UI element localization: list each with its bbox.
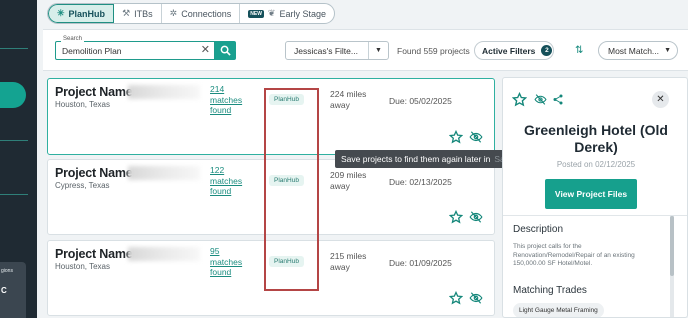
star-icon[interactable] <box>449 130 463 144</box>
panel-scrollbar[interactable] <box>670 216 674 317</box>
due-date: Due: 01/09/2025 <box>389 258 452 268</box>
tab-label: PlanHub <box>68 8 106 19</box>
hide-icon[interactable] <box>534 93 547 106</box>
saved-search-value: Jessicas's Filte... <box>294 45 358 56</box>
blurred-name <box>128 85 200 99</box>
close-button[interactable]: ✕ <box>652 91 669 108</box>
itb-icon: ⚒ <box>122 8 131 18</box>
matches-link[interactable]: 95 matches found <box>210 246 250 278</box>
view-project-files-button[interactable]: View Project Files <box>545 179 637 209</box>
tab-itbs[interactable]: ⚒ ITBs <box>114 4 162 23</box>
tab-label: Early Stage <box>279 8 326 19</box>
project-name: Project Name <box>55 166 133 180</box>
new-badge: NEW <box>248 9 264 18</box>
posted-date: Posted on 02/12/2025 <box>556 160 636 169</box>
project-name: Project Name <box>55 247 133 261</box>
hide-icon[interactable] <box>469 291 483 305</box>
distance: 209 miles away <box>330 170 367 191</box>
sidebar-divider <box>0 194 28 195</box>
chevron-down-icon[interactable]: ▼ <box>368 42 388 59</box>
description-heading: Description <box>513 224 564 235</box>
star-icon[interactable] <box>512 92 527 107</box>
active-filters-count: 2 <box>541 45 553 56</box>
sidebar-divider <box>0 140 28 141</box>
active-filters-button[interactable]: Active Filters 2 <box>474 41 554 60</box>
connections-icon: ✲ <box>169 8 178 18</box>
search-button[interactable] <box>215 41 236 60</box>
matches-link[interactable]: 214 matches found <box>210 84 250 116</box>
sidebar-active-item[interactable] <box>0 82 26 108</box>
star-icon[interactable] <box>449 291 463 305</box>
close-icon: ✕ <box>656 94 665 105</box>
hide-icon[interactable] <box>469 130 483 144</box>
saved-search-select[interactable]: Jessicas's Filte... ▼ <box>285 41 389 60</box>
scrollbar-thumb[interactable] <box>670 216 674 276</box>
project-location: Cypress, Texas <box>55 181 110 190</box>
sidebar-divider <box>0 48 28 49</box>
description-text: This project calls for the Renovation/Re… <box>513 243 635 267</box>
project-name: Project Name <box>55 85 133 99</box>
tab-label: Connections <box>181 8 232 19</box>
matching-trades-heading: Matching Trades <box>513 285 587 296</box>
blurred-name <box>128 247 200 261</box>
results-count: Found 559 projects <box>397 46 470 56</box>
divider <box>503 215 687 216</box>
filter-bar: Search ✕ Jessicas's Filte... ▼ Found 559… <box>43 29 688 71</box>
tab-early-stage[interactable]: NEW ❦ Early Stage <box>240 4 334 23</box>
sort-select[interactable]: Most Match... ▼ <box>598 41 678 60</box>
share-icon[interactable] <box>552 93 564 106</box>
due-date: Due: 02/13/2025 <box>389 177 452 187</box>
source-tabs: ✳ PlanHub ⚒ ITBs ✲ Connections NEW ❦ Ear… <box>47 3 335 24</box>
sort-icon[interactable]: ⇅ <box>575 45 583 56</box>
active-filters-label: Active Filters <box>482 45 536 56</box>
tab-planhub[interactable]: ✳ PlanHub <box>48 4 115 23</box>
chevron-down-icon: ▼ <box>664 47 671 54</box>
distance: 215 miles away <box>330 251 367 272</box>
early-stage-icon: ❦ <box>267 8 276 18</box>
project-title: Greenleigh Hotel (Old Derek) <box>524 122 668 155</box>
clear-icon[interactable]: ✕ <box>201 44 210 57</box>
annotation-highlight-box <box>264 88 319 291</box>
sidebar-region-card[interactable]: gions C <box>0 262 26 318</box>
due-date: Due: 05/02/2025 <box>389 96 452 106</box>
tab-connections[interactable]: ✲ Connections <box>162 4 241 23</box>
trade-chip: Light Gauge Metal Framing <box>513 303 604 317</box>
project-location: Houston, Texas <box>55 100 110 109</box>
search-input[interactable] <box>56 42 201 59</box>
sort-value: Most Match... <box>608 45 660 56</box>
project-details-panel: ✕ Greenleigh Hotel (Old Derek) Posted on… <box>502 77 688 318</box>
matches-link[interactable]: 122 matches found <box>210 165 250 197</box>
main-area: ✳ PlanHub ⚒ ITBs ✲ Connections NEW ❦ Ear… <box>37 0 688 318</box>
project-location: Houston, Texas <box>55 262 110 271</box>
planhub-icon: ✳ <box>57 8 65 18</box>
tab-label: ITBs <box>134 8 153 19</box>
tooltip-text: Save projects to find them again later i… <box>341 154 491 164</box>
distance: 224 miles away <box>330 89 367 110</box>
left-sidebar: gions C <box>0 0 37 318</box>
search-icon <box>220 45 231 56</box>
search-field[interactable]: Search ✕ <box>55 36 215 60</box>
star-icon[interactable] <box>449 210 463 224</box>
region-value: C <box>1 286 7 295</box>
region-label: gions <box>1 268 13 274</box>
blurred-name <box>128 166 200 180</box>
hide-icon[interactable] <box>469 210 483 224</box>
